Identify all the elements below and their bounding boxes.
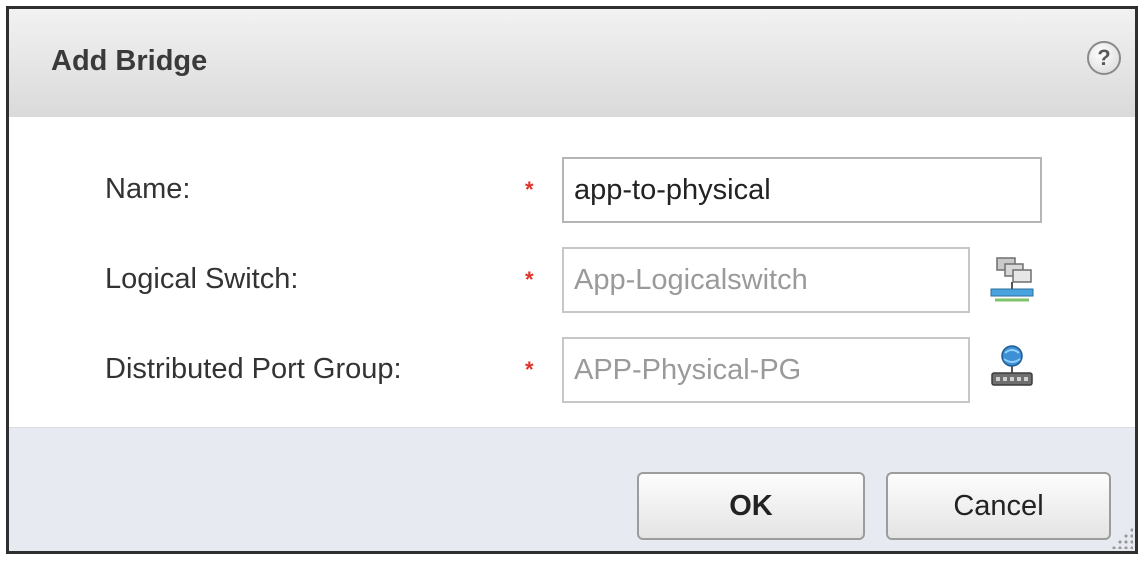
logical-switch-picker-icon[interactable] xyxy=(987,255,1037,305)
port-group-required-marker: * xyxy=(525,357,534,382)
port-group-picker-icon[interactable] xyxy=(987,343,1037,393)
name-input[interactable] xyxy=(562,157,1042,223)
logical-switch-label: Logical Switch: xyxy=(105,263,299,295)
logical-switch-field[interactable] xyxy=(562,247,970,313)
port-group-label: Distributed Port Group: xyxy=(105,353,402,385)
port-group-field[interactable] xyxy=(562,337,970,403)
resize-grip-icon[interactable] xyxy=(1111,527,1133,549)
bridge-form: Name: * Logical Switch: * Distributed Po… xyxy=(9,117,1135,427)
dialog-footer: OK Cancel xyxy=(9,427,1135,551)
cancel-button[interactable]: Cancel xyxy=(886,472,1111,540)
add-bridge-dialog: Add Bridge ? Name: * Logical Switch: * D… xyxy=(6,6,1138,554)
dialog-title: Add Bridge xyxy=(51,45,208,77)
logical-switch-required-marker: * xyxy=(525,267,534,292)
ok-button[interactable]: OK xyxy=(637,472,865,540)
name-label: Name: xyxy=(105,173,191,205)
dialog-header: Add Bridge ? xyxy=(9,9,1135,118)
help-icon[interactable]: ? xyxy=(1087,41,1121,75)
name-required-marker: * xyxy=(525,177,534,202)
